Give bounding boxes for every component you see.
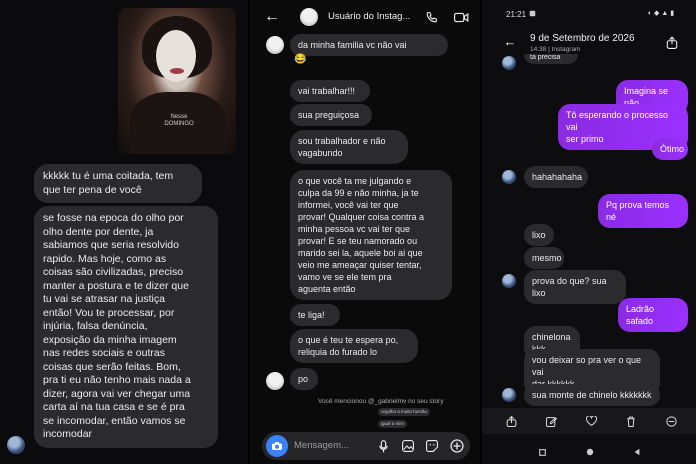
- message-input[interactable]: Mensagem...: [294, 440, 349, 451]
- message-bubble: da minha familia vc não vai: [290, 34, 448, 56]
- avatar[interactable]: [300, 8, 318, 26]
- chat-date-title[interactable]: 9 de Setembro de 2026: [530, 33, 635, 44]
- add-icon[interactable]: [448, 437, 466, 455]
- phone-icon[interactable]: [422, 8, 440, 26]
- message-bubble: sou trabalhador e não vagabundo: [290, 130, 408, 164]
- message-bubble: po: [290, 368, 318, 390]
- delete-icon[interactable]: [624, 414, 638, 428]
- avatar: [266, 372, 284, 390]
- avatar: [266, 36, 284, 54]
- status-time: 21:21: [506, 10, 527, 19]
- received-message: lixo: [524, 224, 554, 246]
- chat-title[interactable]: Usuário do Instag...: [328, 11, 410, 22]
- chat-header: ← Usuário do Instag...: [250, 0, 480, 34]
- photo-lips: [170, 68, 184, 74]
- microphone-icon[interactable]: [376, 438, 390, 454]
- back-nav-icon[interactable]: [632, 447, 642, 457]
- video-call-icon[interactable]: [452, 8, 470, 26]
- message-bubble: kkkkk tu é uma coitada, tem que ter pena…: [34, 164, 202, 203]
- camera-button[interactable]: [266, 435, 288, 457]
- notification-icon: [528, 9, 536, 17]
- story-reply-preview[interactable]: orgulho a muito homão: [378, 408, 431, 416]
- photo-caption: Nesse DOMINGO: [164, 114, 194, 127]
- more-icon[interactable]: [664, 414, 678, 428]
- message-bubble: o que você ta me julgando e culpa da 99 …: [290, 170, 452, 300]
- sent-message: Pq prova temos né: [598, 194, 688, 228]
- status-bar-icons: ◐ ◆ ▲ ▮: [647, 10, 675, 17]
- heart-icon[interactable]: [584, 414, 598, 428]
- emoji-message: 😂: [294, 54, 307, 65]
- gallery-icon[interactable]: [400, 438, 416, 454]
- photo-face: [156, 30, 196, 82]
- message-bubble: te liga!: [290, 304, 340, 326]
- home-icon[interactable]: [585, 447, 595, 457]
- recent-apps-icon[interactable]: [538, 448, 546, 456]
- screenshot-panel-middle: ← Usuário do Instag... da minha familia …: [250, 0, 480, 464]
- share-icon[interactable]: [664, 34, 680, 50]
- back-arrow-icon[interactable]: ←: [502, 33, 518, 49]
- chat-subtitle: 14:38 | Instagram: [530, 46, 581, 53]
- back-arrow-icon[interactable]: ←: [262, 7, 282, 27]
- edit-icon[interactable]: [544, 414, 558, 428]
- story-photo[interactable]: Nesse DOMINGO: [118, 8, 236, 154]
- story-mention-text: Você mencionou @_gabrielmv no seu story: [318, 398, 444, 405]
- message-bubble: o que é teu te espera po, reliquia do fu…: [290, 329, 418, 363]
- message-bubble: se fosse na epoca do olho por olho dente…: [34, 206, 218, 448]
- story-reply-preview[interactable]: igual a mim: [378, 420, 408, 428]
- received-message: mesmo: [524, 247, 564, 269]
- screenshot-panel-left: Nesse DOMINGO kkkkk tu é uma coitada, te…: [0, 0, 248, 464]
- screenshot-panel-right: 21:21 ◐ ◆ ▲ ▮ ← 9 de Setembro de 2026 14…: [482, 0, 696, 464]
- message-bubble-fragment: ta precisa: [524, 54, 578, 64]
- received-message: sua monte de chinelo kkkkkkk: [524, 384, 660, 406]
- message-composer[interactable]: Mensagem...: [262, 432, 470, 460]
- avatar: [502, 56, 516, 70]
- message-bubble: vai trabalhar!!!: [290, 80, 370, 102]
- sent-message: Ladrão safado: [618, 298, 688, 332]
- android-nav-bar: [482, 440, 696, 464]
- sticker-icon[interactable]: [424, 438, 440, 454]
- share-icon[interactable]: [504, 414, 518, 428]
- avatar: [502, 388, 516, 402]
- avatar: [502, 274, 516, 288]
- message-bubble: sua preguiçosa: [290, 104, 372, 126]
- avatar: [502, 170, 516, 184]
- received-message: hahahahaha: [524, 166, 588, 188]
- sent-message: Ótimo: [652, 138, 688, 160]
- message-action-bar: [482, 408, 696, 434]
- received-message: prova do que? sua lixo: [524, 270, 626, 304]
- avatar: [7, 436, 25, 454]
